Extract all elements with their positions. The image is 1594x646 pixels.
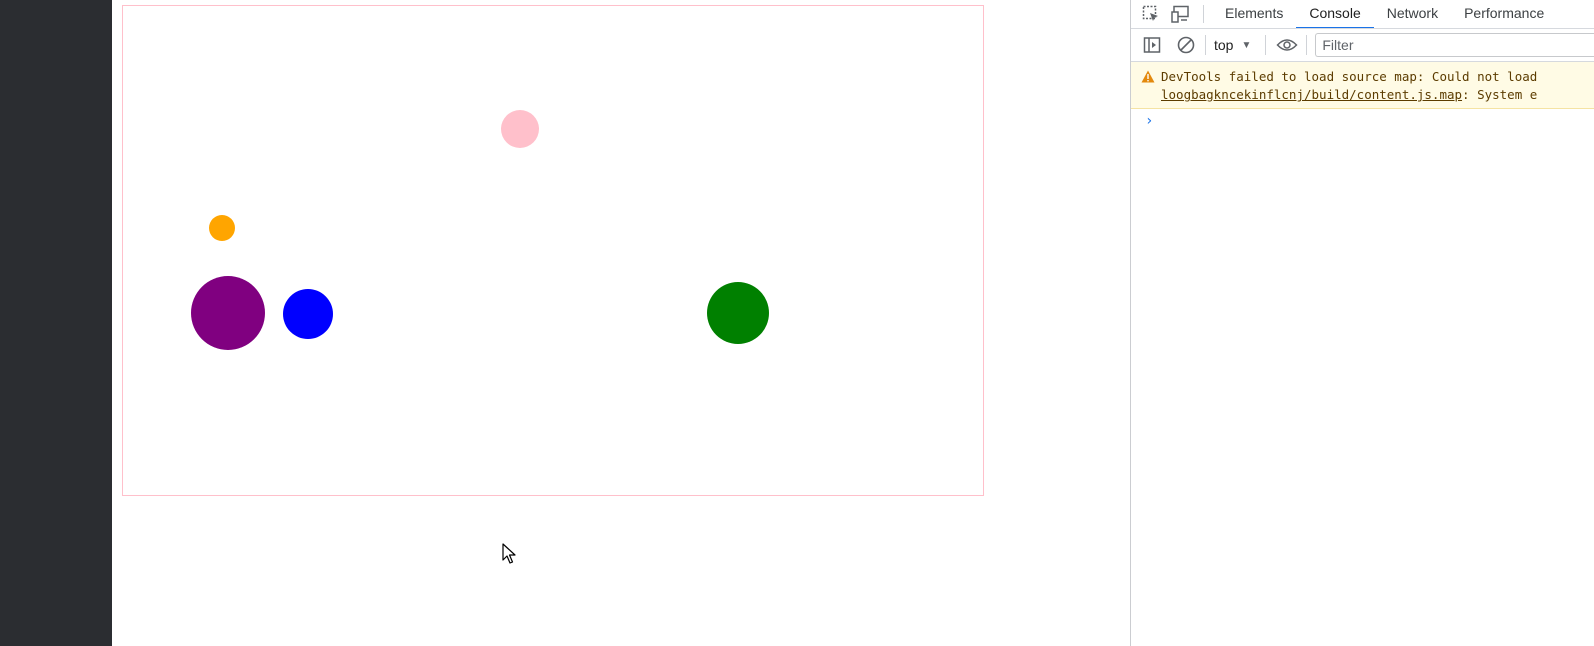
sidebar-toggle-icon[interactable] — [1137, 36, 1167, 54]
source-map-link[interactable]: loogbagkncekinflcnj/build/content.js.map — [1161, 87, 1462, 102]
device-toolbar-icon[interactable] — [1167, 0, 1195, 28]
warning-text-rest: : System e — [1462, 87, 1538, 102]
warning-text-line2: loogbagkncekinflcnj/build/content.js.map… — [1161, 86, 1594, 104]
console-toolbar: top ▼ — [1131, 29, 1594, 62]
mouse-cursor-icon — [502, 543, 516, 564]
devtools-tabbar: Elements Console Network Performance — [1131, 0, 1594, 29]
blue-ball — [283, 289, 333, 339]
inspect-element-icon[interactable] — [1137, 0, 1165, 28]
console-prompt[interactable]: › — [1131, 109, 1594, 135]
clear-console-icon[interactable] — [1171, 36, 1201, 54]
page-viewport — [112, 0, 1130, 646]
filter-input[interactable] — [1315, 33, 1594, 57]
tab-elements[interactable]: Elements — [1212, 0, 1296, 28]
browser-side-strip — [0, 0, 112, 646]
green-ball — [707, 282, 769, 344]
eye-icon[interactable] — [1272, 37, 1302, 53]
dropdown-arrow-icon: ▼ — [1241, 39, 1252, 51]
warning-icon — [1141, 70, 1155, 83]
orange-ball — [209, 215, 235, 241]
console-warning-message: DevTools failed to load source map: Coul… — [1131, 62, 1594, 109]
prompt-chevron-icon: › — [1145, 113, 1154, 129]
tab-console[interactable]: Console — [1296, 0, 1375, 28]
tab-divider — [1203, 5, 1204, 23]
tab-network[interactable]: Network — [1374, 0, 1451, 28]
context-value: top — [1214, 37, 1234, 53]
toolbar-divider — [1265, 35, 1267, 55]
warning-text-line1: DevTools failed to load source map: Coul… — [1161, 69, 1538, 84]
toolbar-divider — [1306, 35, 1308, 55]
tab-performance[interactable]: Performance — [1451, 0, 1557, 28]
pink-ball — [501, 110, 539, 148]
purple-ball — [191, 276, 265, 350]
toolbar-divider — [1205, 35, 1206, 55]
devtools-panel: Elements Console Network Performance top… — [1130, 0, 1594, 646]
ball-canvas[interactable] — [122, 5, 984, 496]
context-selector[interactable]: top ▼ — [1210, 37, 1261, 53]
